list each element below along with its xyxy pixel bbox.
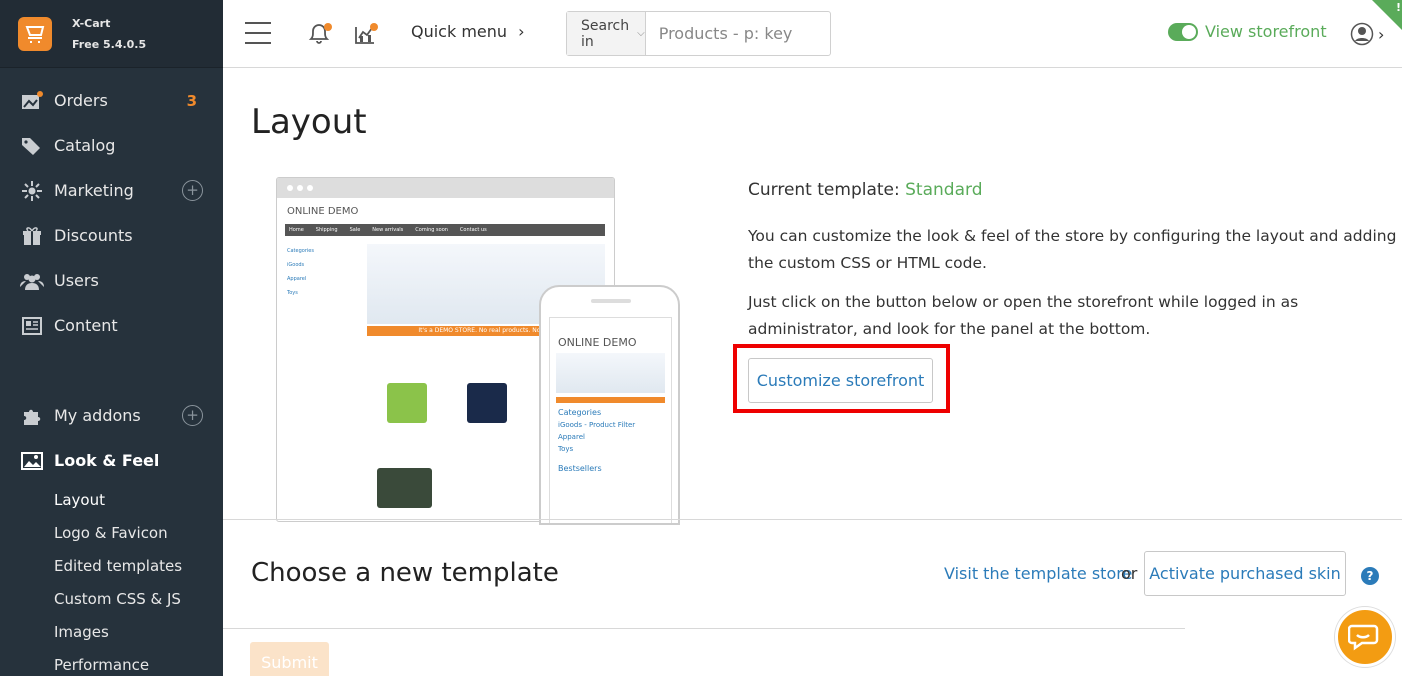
section-divider xyxy=(223,628,1185,629)
sidebar-item-label: Discounts xyxy=(54,226,133,245)
desktop-preview-logo: ONLINE DEMO xyxy=(287,206,359,217)
chevron-right-icon: › xyxy=(518,22,525,41)
image-icon xyxy=(20,449,44,473)
chevron-down-icon: ⌵ xyxy=(637,28,645,39)
hamburger-menu-icon[interactable] xyxy=(245,22,271,44)
user-avatar-icon xyxy=(1350,22,1374,46)
quick-menu-button[interactable]: Quick menu › xyxy=(411,22,525,41)
phone-preview: ONLINE DEMO Categories iGoods - Product … xyxy=(539,285,680,525)
sidebar-item-label: Look & Feel xyxy=(54,451,160,470)
search-in-dropdown[interactable]: Search in ⌵ xyxy=(567,12,646,55)
sidebar-item-label: Orders xyxy=(54,91,108,110)
sidebar-item-label: Content xyxy=(54,316,118,335)
sidebar-subitem-layout[interactable]: Layout xyxy=(0,483,223,516)
sidebar-item-discounts[interactable]: Discounts xyxy=(0,213,223,258)
bell-icon[interactable] xyxy=(306,20,332,50)
preview-product xyxy=(387,383,427,423)
analytics-dot xyxy=(370,23,378,31)
view-storefront-toggle[interactable]: View storefront xyxy=(1168,22,1327,41)
sidebar-subitem-edited-templates[interactable]: Edited templates xyxy=(0,549,223,582)
sidebar-item-label: Marketing xyxy=(54,181,134,200)
activate-purchased-skin-button[interactable]: Activate purchased skin xyxy=(1144,551,1346,596)
sidebar-item-look-and-feel[interactable]: Look & Feel xyxy=(0,438,223,483)
phone-preview-categories: Categories iGoods - Product Filter Appar… xyxy=(558,408,636,473)
view-storefront-label: View storefront xyxy=(1205,22,1327,41)
sidebar-subitem-performance[interactable]: Performance xyxy=(0,648,223,676)
sidebar-item-orders[interactable]: Orders 3 xyxy=(0,78,223,123)
sidebar-item-content[interactable]: Content xyxy=(0,303,223,348)
choose-template-title: Choose a new template xyxy=(251,558,559,588)
users-icon xyxy=(20,269,44,293)
add-addon-icon[interactable]: + xyxy=(182,405,203,426)
add-marketing-icon[interactable]: + xyxy=(182,180,203,201)
sidebar-subitem-logo-favicon[interactable]: Logo & Favicon xyxy=(0,516,223,549)
section-divider xyxy=(223,519,1402,520)
sidebar-item-my-addons[interactable]: My addons + xyxy=(0,393,223,438)
sidebar-subitem-images[interactable]: Images xyxy=(0,615,223,648)
visit-template-store-link[interactable]: Visit the template store xyxy=(944,564,1132,583)
storefront-description: Just click on the button below or open t… xyxy=(748,293,1299,338)
current-template: Current template: Standard xyxy=(748,180,982,200)
puzzle-icon xyxy=(20,404,44,428)
search-input[interactable] xyxy=(645,12,859,55)
brand[interactable]: X-Cart Free 5.4.0.5 xyxy=(0,0,223,68)
desktop-preview-nav: Home Shipping Sale New arrivals Coming soon C… xyxy=(285,224,605,236)
sidebar-item-catalog[interactable]: Catalog xyxy=(0,123,223,168)
search-in-label: Search in xyxy=(581,17,630,50)
orders-count-badge: 3 xyxy=(186,91,197,110)
customize-description: You can customize the look & feel of the… xyxy=(748,227,1397,272)
gift-icon xyxy=(20,224,44,248)
sidebar-item-label: Catalog xyxy=(54,136,116,155)
help-icon[interactable]: ? xyxy=(1361,567,1379,585)
brand-version: Free 5.4.0.5 xyxy=(72,37,147,51)
sidebar-item-marketing[interactable]: Marketing + xyxy=(0,168,223,213)
notification-dot xyxy=(324,23,332,31)
tag-icon xyxy=(20,134,44,158)
page-title: Layout xyxy=(251,102,367,142)
content-icon xyxy=(20,314,44,338)
preview-product xyxy=(377,468,432,508)
top-bar: Quick menu › Search in ⌵ View storefront… xyxy=(223,0,1402,68)
sidebar-item-label: My addons xyxy=(54,406,141,425)
sidebar-item-users[interactable]: Users xyxy=(0,258,223,303)
preview-product xyxy=(467,383,507,423)
current-template-label: Current template: xyxy=(748,180,900,200)
analytics-icon[interactable] xyxy=(353,20,379,50)
orders-icon xyxy=(20,89,44,113)
sidebar-subitem-custom-css-js[interactable]: Custom CSS & JS xyxy=(0,582,223,615)
quick-menu-label: Quick menu xyxy=(411,22,508,41)
customize-storefront-button[interactable]: Customize storefront xyxy=(748,358,933,403)
alert-icon: ! xyxy=(1395,1,1401,14)
or-text: or xyxy=(1121,564,1138,583)
sidebar-item-label: Users xyxy=(54,271,99,290)
sidebar: X-Cart Free 5.4.0.5 Orders 3 Catalog Mar… xyxy=(0,0,223,676)
submit-button[interactable]: Submit xyxy=(250,642,329,676)
toggle-switch-icon[interactable] xyxy=(1168,22,1198,41)
desktop-preview-categories: Categories iGoods Apparel Toys xyxy=(287,248,314,296)
current-template-value: Standard xyxy=(905,180,983,200)
brand-name: X-Cart xyxy=(72,16,111,30)
phone-preview-logo: ONLINE DEMO xyxy=(558,336,637,349)
chat-icon[interactable] xyxy=(1335,607,1395,667)
marketing-icon xyxy=(20,179,44,203)
search-box: Search in ⌵ xyxy=(566,11,859,56)
xcart-logo-icon xyxy=(18,16,52,51)
